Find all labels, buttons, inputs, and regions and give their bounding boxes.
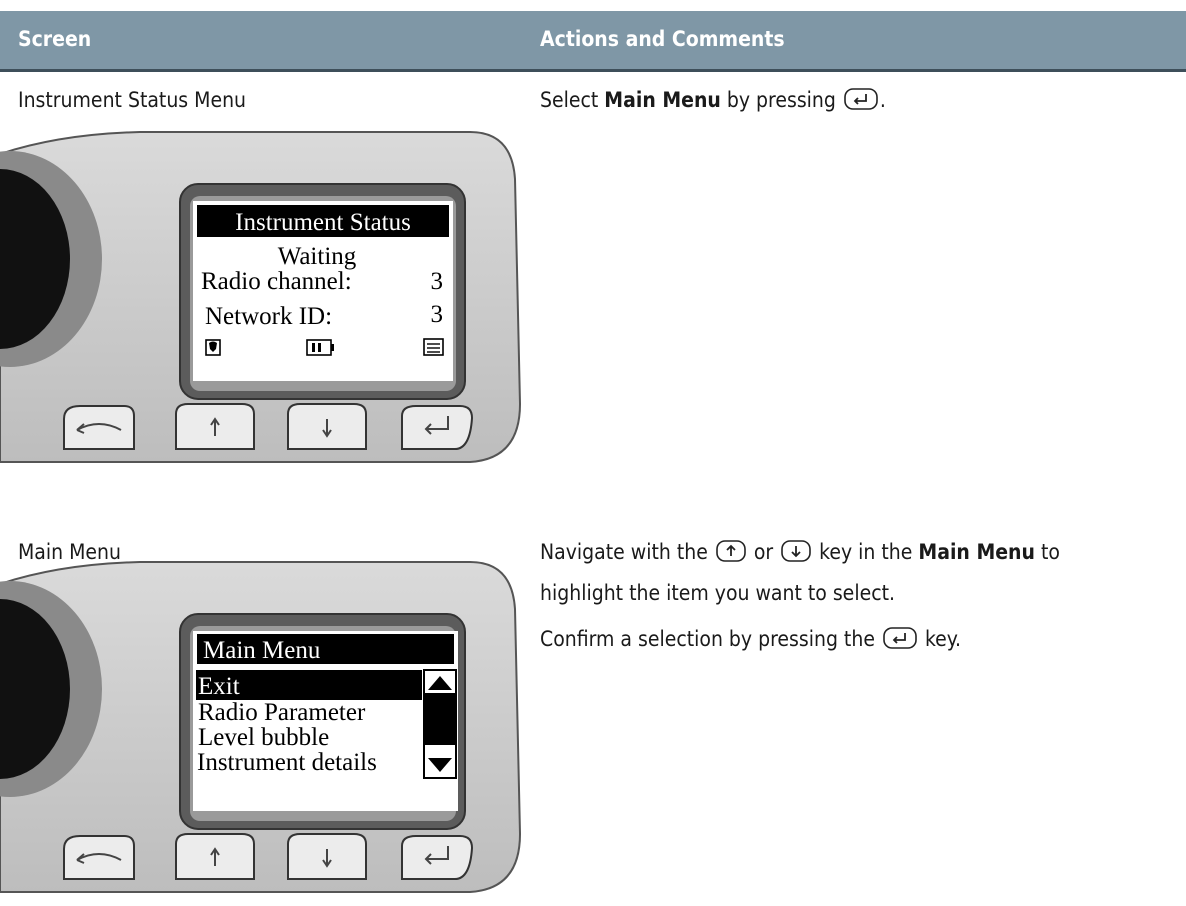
enter-key-icon — [883, 624, 917, 660]
main-menu-term: Main Menu — [918, 540, 1035, 564]
up-arrow-key[interactable] — [175, 833, 255, 880]
lcd-status: Waiting — [278, 243, 357, 270]
lcd-menu-item-1: Exit — [198, 673, 240, 700]
row2-action-p1-line2: highlight the item you want to select. — [540, 581, 895, 605]
device-main-menu: Main Menu Exit Radio Parameter Level bub… — [0, 561, 522, 893]
main-menu-term: Main Menu — [604, 88, 721, 112]
up-arrow-key[interactable] — [175, 403, 255, 450]
lcd-title: Instrument Status — [235, 209, 411, 236]
device-instrument-status: Instrument Status Waiting Radio channel:… — [0, 131, 522, 463]
lcd-line2-value: 3 — [431, 301, 444, 328]
row1-label: Instrument Status Menu — [18, 88, 247, 112]
lcd-line1-label: Radio channel: — [201, 268, 352, 295]
row2-action-p2: Confirm a selection by pressing the key. — [540, 621, 961, 660]
row2-action-p1: Navigate with the or key in the Main Men… — [540, 534, 1060, 573]
enter-key[interactable] — [401, 835, 474, 880]
lcd-menu-item-4: Instrument details — [197, 749, 377, 776]
down-arrow-key[interactable] — [287, 403, 367, 450]
down-arrow-key[interactable] — [287, 833, 367, 880]
lcd-menu-item-3: Level bubble — [198, 724, 329, 751]
lcd-title: Main Menu — [203, 637, 321, 664]
lcd-line2-label: Network ID: — [205, 303, 332, 330]
enter-key-icon — [844, 85, 878, 121]
row1-action: Select Main Menu by pressing . — [540, 82, 886, 121]
lcd-line1-value: 3 — [431, 268, 444, 295]
battery-icon — [306, 339, 334, 356]
header-screen: Screen — [18, 27, 92, 51]
power-curve-key[interactable] — [63, 835, 135, 880]
table-header: Screen Actions and Comments — [0, 11, 1186, 72]
header-actions: Actions and Comments — [540, 27, 785, 51]
up-arrow-key-icon — [716, 537, 746, 573]
power-curve-key[interactable] — [63, 405, 135, 450]
down-arrow-key-icon — [781, 537, 811, 573]
lcd-scrollbar — [423, 669, 457, 779]
status-shield-icon — [205, 339, 221, 356]
menu-lines-icon — [423, 338, 444, 356]
enter-key[interactable] — [401, 405, 474, 450]
lcd-menu-item-2: Radio Parameter — [198, 699, 366, 726]
